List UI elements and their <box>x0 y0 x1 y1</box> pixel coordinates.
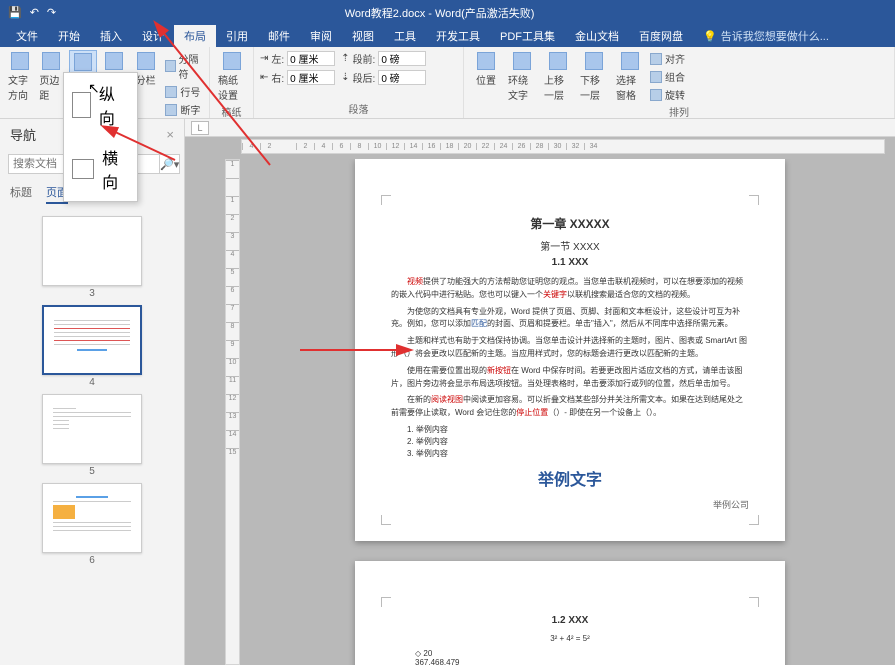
page-4: 第一章 XXXXX 第一节 XXXX 1.1 XXX 视频提供了功能强大的方法帮… <box>355 159 785 541</box>
paragraph-2: 为使您的文档具有专业外观，Word 提供了页眉、页脚、封面和文本框设计，这些设计… <box>391 306 749 332</box>
quick-access-toolbar: 💾 ↶ ↷ <box>0 6 64 19</box>
selection-pane-button[interactable]: 选择窗格 <box>614 50 646 104</box>
cursor-icon: ↖ <box>88 80 100 97</box>
spacing-before-icon: ⇡ <box>341 53 349 64</box>
paragraph-3: 主题和样式也有助于文档保持协调。当您单击设计并选择新的主题时，图片、图表或 Sm… <box>391 335 749 361</box>
group-paragraph: ⇥左: ⇡段前: ⇤右: ⇣段后: 段落 <box>254 47 464 118</box>
indent-left-input[interactable] <box>287 51 335 66</box>
position-button[interactable]: 位置 <box>470 50 502 89</box>
orientation-dropdown: 纵向 横向 <box>63 72 138 202</box>
group-paper: 稿纸设置 稿纸 <box>210 47 254 118</box>
math-formula: 3² + 4² = 5² <box>391 634 749 643</box>
thumbnail-4[interactable]: 4 <box>42 305 142 390</box>
indent-right-input[interactable] <box>287 70 335 85</box>
title-bar: 💾 ↶ ↷ Word教程2.docx - Word(产品激活失败) <box>0 0 895 25</box>
number-line-1: ◇ 20 <box>415 649 749 658</box>
search-icon: 🔎 <box>160 158 174 171</box>
align-button[interactable]: 对齐 <box>650 50 685 67</box>
tab-developer[interactable]: 开发工具 <box>426 25 490 47</box>
undo-icon[interactable]: ↶ <box>30 6 39 19</box>
tab-references[interactable]: 引用 <box>216 25 258 47</box>
paragraph-1: 视频提供了功能强大的方法帮助您证明您的观点。当您单击联机视频时，可以在想要添加的… <box>391 276 749 302</box>
thumbnail-5[interactable]: 5 <box>42 394 142 479</box>
paper-settings-button[interactable]: 稿纸设置 <box>216 50 247 104</box>
subsection-heading-2: 1.2 XXX <box>391 615 749 626</box>
thumbnail-3[interactable]: 3 <box>42 216 142 301</box>
list-item-2: 2. 举例内容 <box>407 436 749 448</box>
horizontal-ruler[interactable]: 42246810121416182022242628303234 <box>241 139 885 154</box>
orientation-landscape[interactable]: 横向 <box>64 137 137 201</box>
ruler-corner-button[interactable]: L <box>191 121 209 135</box>
orientation-portrait[interactable]: 纵向 <box>64 73 137 137</box>
spacing-after-icon: ⇣ <box>341 72 349 83</box>
ribbon-tabs: 文件 开始 插入 设计 布局 引用 邮件 审阅 视图 工具 开发工具 PDF工具… <box>0 25 895 47</box>
window-title: Word教程2.docx - Word(产品激活失败) <box>64 5 815 21</box>
send-backward-button[interactable]: 下移一层 <box>578 50 610 104</box>
tab-layout[interactable]: 布局 <box>174 25 216 47</box>
list-item-1: 1. 举例内容 <box>407 424 749 436</box>
tab-baidu[interactable]: 百度网盘 <box>629 25 693 47</box>
tell-me-search[interactable]: 💡 告诉我您想要做什么... <box>703 28 829 44</box>
bring-forward-button[interactable]: 上移一层 <box>542 50 574 104</box>
vertical-ruler[interactable]: 1123456789101112131415 <box>225 159 240 665</box>
nav-tab-headings[interactable]: 标题 <box>10 184 32 204</box>
page-footer: 举例公司 <box>391 498 749 511</box>
thumbnail-6[interactable]: 6 <box>42 483 142 568</box>
save-icon[interactable]: 💾 <box>8 6 22 19</box>
chapter-heading: 第一章 XXXXX <box>391 215 749 232</box>
section-heading: 第一节 XXXX <box>391 238 749 253</box>
tab-design[interactable]: 设计 <box>132 25 174 47</box>
wrap-text-button[interactable]: 环绕文字 <box>506 50 538 104</box>
subsection-heading: 1.1 XXX <box>391 257 749 268</box>
tab-file[interactable]: 文件 <box>6 25 48 47</box>
spacing-after-input[interactable] <box>378 70 426 85</box>
indent-right-icon: ⇤ <box>260 72 268 83</box>
document-area: L 42246810121416182022242628303234 11234… <box>185 119 895 665</box>
tab-home[interactable]: 开始 <box>48 25 90 47</box>
pages-container[interactable]: 第一章 XXXXX 第一节 XXXX 1.1 XXX 视频提供了功能强大的方法帮… <box>259 159 881 665</box>
tab-mailings[interactable]: 邮件 <box>258 25 300 47</box>
list-item-3: 3. 举例内容 <box>407 448 749 460</box>
group-button[interactable]: 组合 <box>650 68 685 85</box>
tab-jinshan[interactable]: 金山文档 <box>565 25 629 47</box>
text-direction-button[interactable]: 文字方向 <box>6 50 33 104</box>
example-text: 举例文字 <box>391 466 749 490</box>
margins-button[interactable]: 页边距 <box>37 50 64 104</box>
hyphenation-button[interactable]: 断字 <box>165 101 203 118</box>
ruler-bar: L <box>185 119 895 137</box>
tab-view[interactable]: 视图 <box>342 25 384 47</box>
breaks-button[interactable]: 分隔符 <box>165 50 203 82</box>
tab-tools[interactable]: 工具 <box>384 25 426 47</box>
page-5: 1.2 XXX 3² + 4² = 5² ◇ 20 367,468,479 4,… <box>355 561 785 665</box>
spacing-before-input[interactable] <box>378 51 426 66</box>
search-button[interactable]: 🔎▾ <box>160 154 180 174</box>
paragraph-5: 在新的阅读视图中阅读更加容易。可以折叠文档某些部分并关注所需文本。如果在达到结尾… <box>391 394 749 420</box>
line-numbers-button[interactable]: 行号 <box>165 83 203 100</box>
indent-left-icon: ⇥ <box>260 53 268 64</box>
rotate-button[interactable]: 旋转 <box>650 86 685 103</box>
tab-insert[interactable]: 插入 <box>90 25 132 47</box>
landscape-icon <box>72 159 94 179</box>
tab-pdf[interactable]: PDF工具集 <box>490 25 565 47</box>
group-arrange: 位置 环绕文字 上移一层 下移一层 选择窗格 对齐 组合 旋转 排列 <box>464 47 895 118</box>
thumbnails: 3 4 5 6 <box>0 210 184 665</box>
number-line-2: 367,468,479 <box>415 658 749 665</box>
paragraph-4: 使用在需要位置出现的新按钮在 Word 中保存时间。若要更改图片适应文档的方式，… <box>391 365 749 391</box>
redo-icon[interactable]: ↷ <box>47 6 56 19</box>
bulb-icon: 💡 <box>703 30 717 43</box>
tab-review[interactable]: 审阅 <box>300 25 342 47</box>
